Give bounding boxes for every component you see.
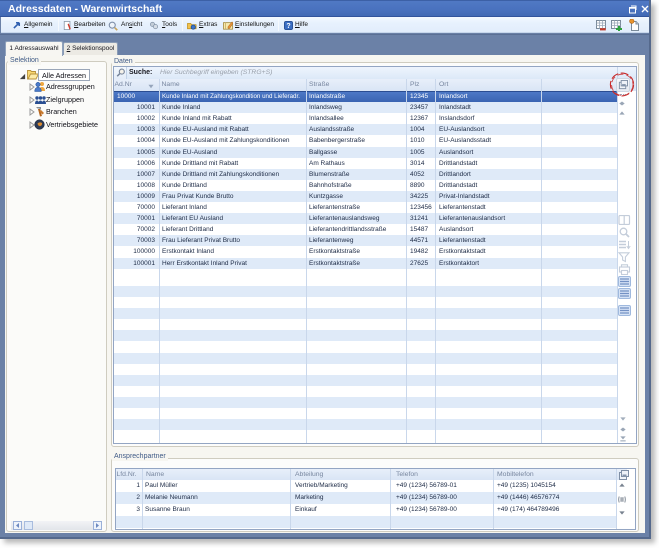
svg-text:?: ? (286, 23, 290, 30)
